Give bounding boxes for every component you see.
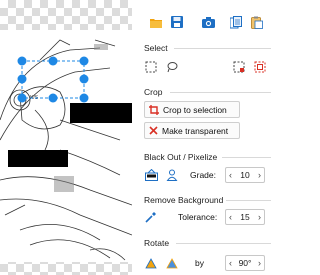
crop-to-selection-label: Crop to selection <box>163 104 227 115</box>
selection-handle[interactable] <box>17 93 27 103</box>
chevron-right-icon[interactable]: › <box>258 170 261 180</box>
angle-value: 90° <box>238 258 252 268</box>
angle-stepper[interactable]: ‹ 90° › <box>225 255 265 271</box>
tolerance-stepper[interactable]: ‹ 15 › <box>225 209 265 225</box>
divider <box>226 200 271 201</box>
rect-select-icon[interactable] <box>142 58 160 76</box>
tolerance-value: 15 <box>240 212 250 222</box>
chevron-left-icon[interactable]: ‹ <box>229 258 232 268</box>
selection-handle[interactable] <box>17 74 27 84</box>
selection-handle[interactable] <box>48 93 58 103</box>
rotate-section-title: Rotate <box>144 238 170 248</box>
crop-marquee-icon[interactable] <box>230 58 248 76</box>
grade-value: 10 <box>240 170 250 180</box>
rotate-left-icon[interactable] <box>142 254 160 272</box>
save-icon[interactable] <box>167 12 187 32</box>
blackout-icon[interactable] <box>142 166 160 184</box>
chevron-right-icon[interactable]: › <box>258 212 261 222</box>
selection-handle[interactable] <box>79 74 89 84</box>
rotate-right-icon[interactable] <box>163 254 181 272</box>
chevron-left-icon[interactable]: ‹ <box>229 212 232 222</box>
selection-handle[interactable] <box>79 93 89 103</box>
crop-to-selection-button[interactable]: Crop to selection <box>144 101 240 118</box>
chevron-left-icon[interactable]: ‹ <box>229 170 232 180</box>
by-label: by <box>195 258 204 268</box>
selection-handle[interactable] <box>17 56 27 66</box>
selection-box[interactable] <box>0 0 132 275</box>
chevron-right-icon[interactable]: › <box>258 258 261 268</box>
divider <box>222 157 271 158</box>
eyedropper-icon[interactable] <box>142 208 160 226</box>
paste-icon[interactable] <box>247 12 267 32</box>
selection-handle[interactable] <box>79 56 89 66</box>
lasso-select-icon[interactable] <box>163 58 181 76</box>
blackout-section-title: Black Out / Pixelize <box>144 152 218 162</box>
tools-panel: Select Crop Crop to selection Make trans… <box>132 0 273 275</box>
image-canvas[interactable]: K/S <box>0 0 132 275</box>
toolbar <box>146 12 270 32</box>
divider <box>170 92 271 93</box>
select-section-title: Select <box>144 43 168 53</box>
divider <box>176 243 271 244</box>
crop-section-title: Crop <box>144 87 163 97</box>
selection-handle[interactable] <box>48 56 58 66</box>
pixelize-person-icon[interactable] <box>163 166 181 184</box>
grade-label: Grade: <box>190 170 216 180</box>
close-icon <box>149 126 158 135</box>
make-transparent-button[interactable]: Make transparent <box>144 122 240 139</box>
crop-icon <box>149 104 159 115</box>
divider <box>174 48 271 49</box>
open-folder-icon[interactable] <box>146 12 166 32</box>
grade-stepper[interactable]: ‹ 10 › <box>225 167 265 183</box>
remove-bg-section-title: Remove Background <box>144 195 224 205</box>
camera-icon[interactable] <box>198 12 218 32</box>
make-transparent-label: Make transparent <box>162 125 229 136</box>
tolerance-label: Tolerance: <box>178 212 218 222</box>
clear-selection-icon[interactable] <box>251 58 269 76</box>
copy-icon[interactable] <box>226 12 246 32</box>
